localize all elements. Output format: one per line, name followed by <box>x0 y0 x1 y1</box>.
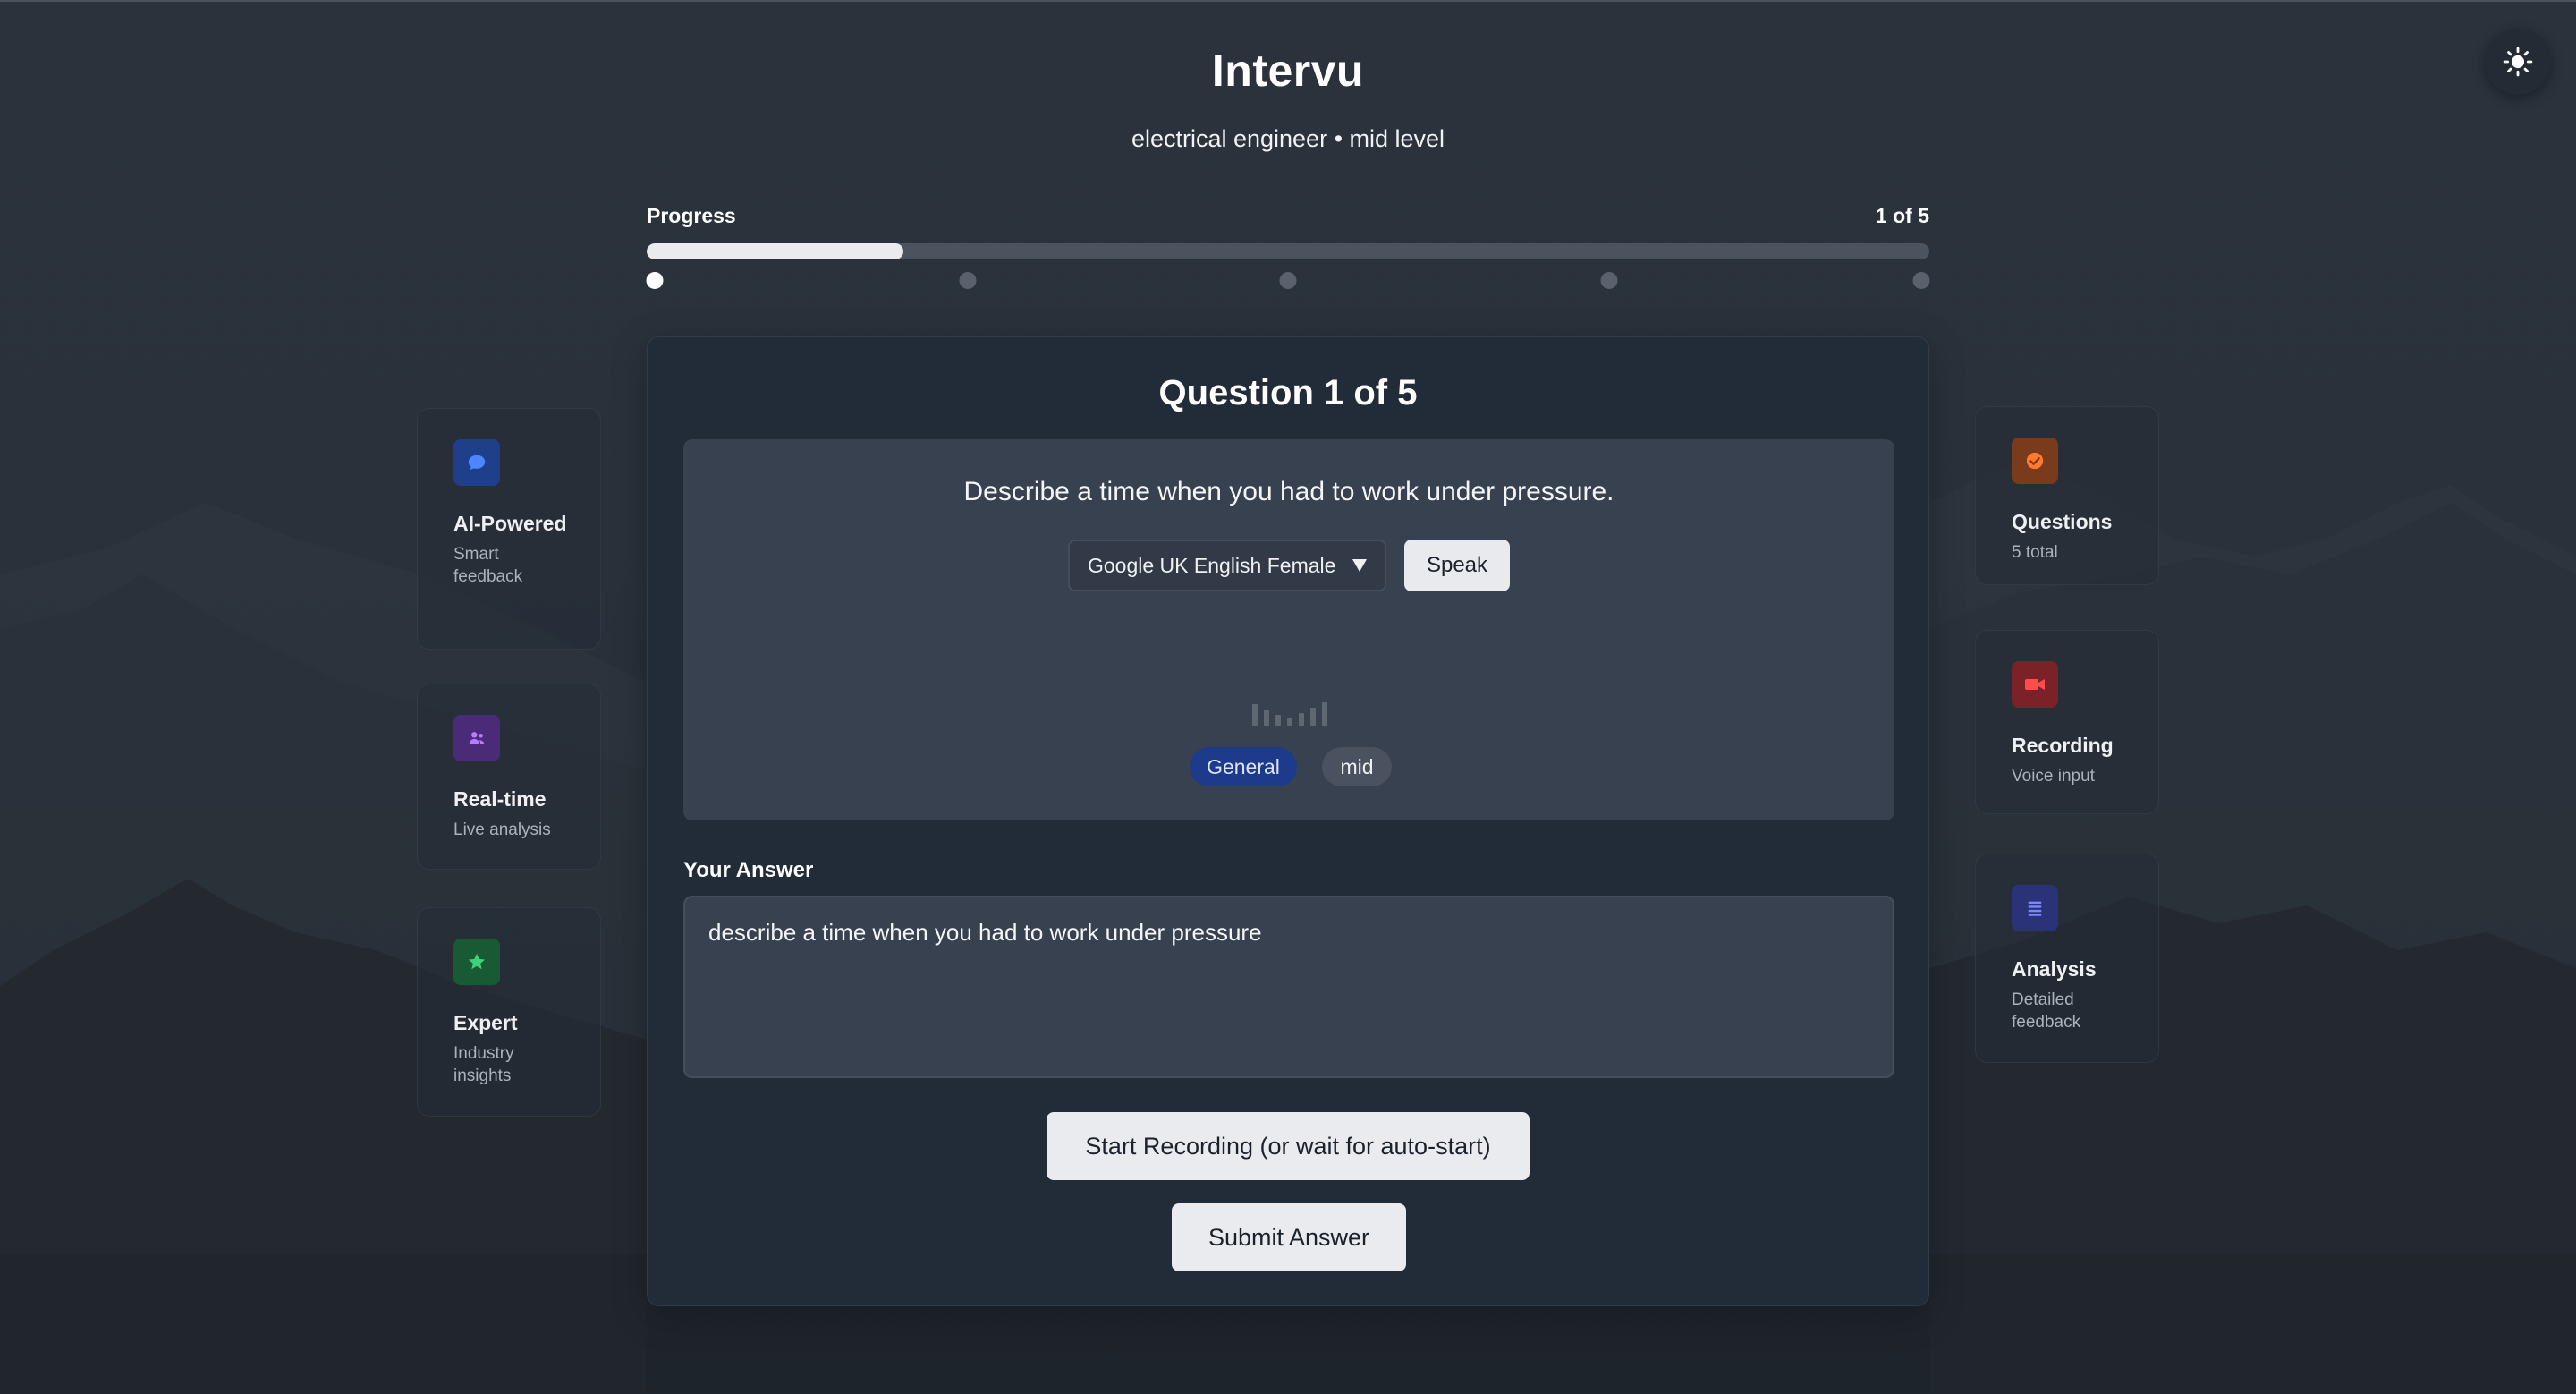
audio-waveform-icon <box>1252 702 1327 726</box>
level-tag: mid <box>1322 747 1392 786</box>
progress-step-dot <box>1600 272 1617 289</box>
feature-title: Recording <box>2012 734 2114 757</box>
progress-step-dot <box>1912 272 1930 289</box>
submit-answer-button[interactable]: Submit Answer <box>1172 1203 1406 1271</box>
answer-label: Your Answer <box>683 858 814 882</box>
progress-step-dot <box>1279 272 1297 289</box>
feature-icon-wrap <box>453 439 500 486</box>
progress-section: Progress 1 of 5 <box>646 204 1930 289</box>
question-box: Describe a time when you had to work und… <box>683 439 1894 820</box>
feature-card-expert: Expert Industry insights <box>417 907 601 1117</box>
feature-card-analysis: Analysis Detailed feedback <box>1975 854 2159 1063</box>
feature-title: Questions <box>2012 510 2113 533</box>
feature-card-real-time: Real-time Live analysis <box>417 684 601 870</box>
feature-card-ai-powered: AI-Powered Smart feedback <box>417 408 601 650</box>
progress-count: 1 of 5 <box>1875 204 1929 227</box>
question-heading: Question 1 of 5 <box>1158 373 1418 412</box>
feature-card-recording: Recording Voice input <box>1975 630 2159 814</box>
feature-title: Expert <box>453 1011 518 1034</box>
app-title: Intervu <box>1211 46 1365 96</box>
progress-bar <box>647 243 1929 259</box>
voice-select[interactable]: Google UK English Female <box>1068 540 1386 591</box>
star-icon <box>468 953 486 970</box>
feature-subtitle: Voice input <box>2012 767 2095 786</box>
check-circle-icon <box>2026 452 2044 470</box>
feature-icon-wrap <box>2012 885 2058 931</box>
feature-subtitle: Live analysis <box>453 820 551 839</box>
category-tag: General <box>1190 747 1297 786</box>
chat-bubble-icon <box>468 455 486 471</box>
feature-title: Analysis <box>2012 957 2097 981</box>
video-camera-icon <box>2025 679 2045 690</box>
feature-icon-wrap <box>2012 661 2058 708</box>
theme-toggle-button[interactable] <box>2485 29 2551 95</box>
answer-textarea[interactable]: describe a time when you had to work und… <box>683 896 1894 1078</box>
sun-icon <box>2503 47 2533 77</box>
question-text: Describe a time when you had to work und… <box>963 477 1614 506</box>
start-recording-button[interactable]: Start Recording (or wait for auto-start) <box>1046 1112 1530 1180</box>
feature-subtitle: Smart feedback <box>453 545 523 586</box>
feature-card-questions: Questions 5 total <box>1975 406 2159 585</box>
feature-icon-wrap <box>453 939 500 985</box>
caret-down-icon <box>1352 559 1367 572</box>
app-subtitle: electrical engineer • mid level <box>1131 125 1445 152</box>
feature-title: Real-time <box>453 787 547 811</box>
feature-icon-wrap <box>2012 438 2058 484</box>
question-card: Question 1 of 5 Describe a time when you… <box>647 336 1929 1306</box>
feature-subtitle: Detailed feedback <box>2012 990 2081 1032</box>
feature-subtitle: Industry insights <box>453 1044 514 1085</box>
feature-icon-wrap <box>453 715 500 761</box>
feature-subtitle: 5 total <box>2012 543 2058 562</box>
progress-label: Progress <box>647 204 736 227</box>
voice-select-value: Google UK English Female <box>1088 553 1336 577</box>
progress-step-dot <box>646 272 664 289</box>
users-icon <box>469 732 485 744</box>
speak-button[interactable]: Speak <box>1404 540 1510 591</box>
progress-bar-fill <box>647 243 903 259</box>
list-icon <box>2028 901 2042 916</box>
progress-step-dot <box>959 272 976 289</box>
feature-title: AI-Powered <box>453 512 567 535</box>
